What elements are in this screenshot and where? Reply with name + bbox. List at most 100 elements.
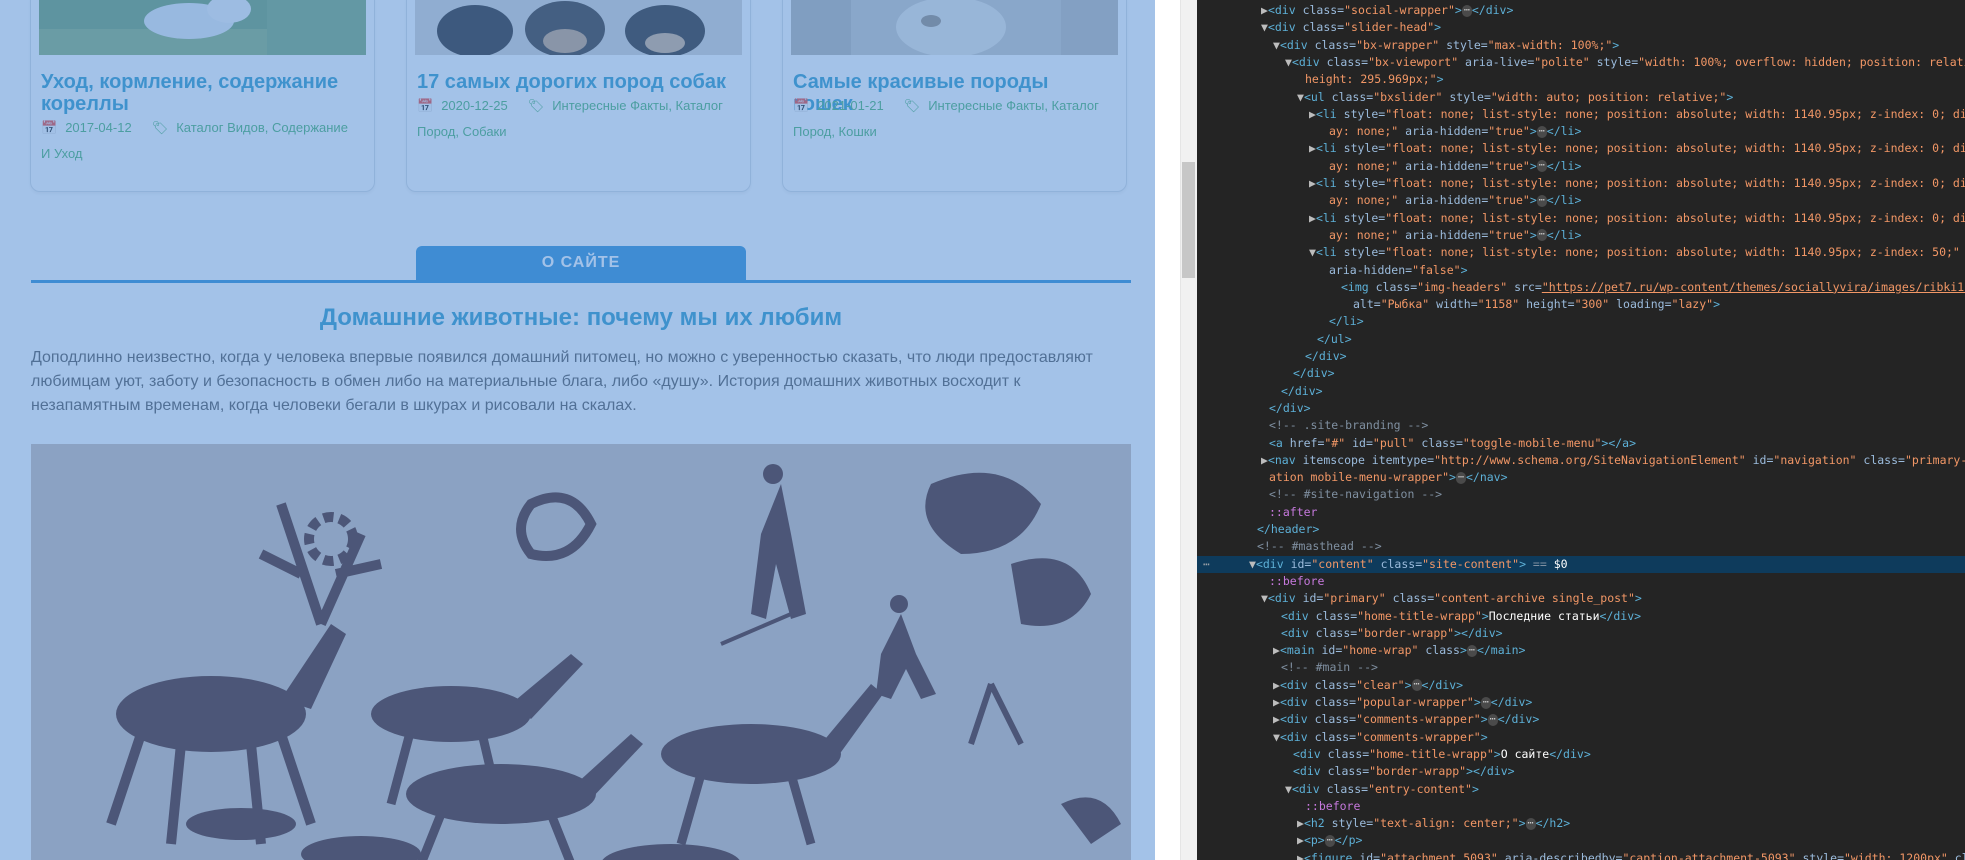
- dom-node-row[interactable]: ay: none;" aria-hidden="true"> ⋯ </li>: [1197, 123, 1965, 140]
- dom-node-row[interactable]: ation mobile-menu-wrapper"> ⋯ </nav>: [1197, 469, 1965, 486]
- expand-children-ellipsis[interactable]: ⋯: [1411, 679, 1422, 692]
- expand-children-ellipsis[interactable]: ⋯: [1461, 4, 1472, 17]
- collapse-triangle-icon[interactable]: ▼: [1285, 55, 1292, 69]
- expand-children-ellipsis[interactable]: ⋯: [1536, 194, 1547, 207]
- dom-node-row[interactable]: </li>: [1197, 313, 1965, 330]
- expand-triangle-icon[interactable]: ▶: [1297, 851, 1304, 860]
- dom-node-row[interactable]: </header>: [1197, 521, 1965, 538]
- dom-node-row[interactable]: ▶<div class="popular-wrapper"> ⋯ </div>: [1197, 694, 1965, 711]
- dom-node-row[interactable]: ▶<li style="float: none; list-style: non…: [1197, 106, 1965, 123]
- card-categories[interactable]: Интересные Факты, Каталог: [928, 98, 1099, 113]
- resource-link[interactable]: "https://pet7.ru/wp-content/themes/socia…: [1542, 280, 1965, 294]
- expand-triangle-icon[interactable]: ▶: [1297, 833, 1304, 847]
- dom-node-row[interactable]: </ul>: [1197, 331, 1965, 348]
- dom-node-row[interactable]: aria-hidden="false">: [1197, 262, 1965, 279]
- dom-node-row[interactable]: ay: none;" aria-hidden="true"> ⋯ </li>: [1197, 158, 1965, 175]
- card-categories[interactable]: Интересные Факты, Каталог: [552, 98, 723, 113]
- dom-node-row[interactable]: ▶<main id="home-wrap" class> ⋯ </main>: [1197, 642, 1965, 659]
- expand-triangle-icon[interactable]: ▶: [1309, 107, 1316, 121]
- expand-children-ellipsis[interactable]: ⋯: [1525, 817, 1536, 830]
- expand-children-ellipsis[interactable]: ⋯: [1480, 696, 1491, 709]
- dom-node-row[interactable]: ▶<h2 style="text-align: center;"> ⋯ </h2>: [1197, 815, 1965, 832]
- dom-node-row[interactable]: ▶<figure id="attachment_5093" aria-descr…: [1197, 850, 1965, 860]
- article-card[interactable]: Уход, кормление, содержание кореллы 📅 201…: [30, 0, 375, 192]
- collapse-triangle-icon[interactable]: ▼: [1273, 730, 1280, 744]
- expand-triangle-icon[interactable]: ▶: [1297, 816, 1304, 830]
- card-categories-cont[interactable]: Пород, Кошки: [793, 119, 1118, 145]
- expand-children-ellipsis[interactable]: ⋯: [1324, 834, 1335, 847]
- expand-children-ellipsis[interactable]: ⋯: [1455, 471, 1466, 484]
- dom-node-row[interactable]: ▼<div class="slider-head">: [1197, 19, 1965, 36]
- dom-node-row[interactable]: height: 295.969px;">: [1197, 71, 1965, 88]
- dom-node-row[interactable]: ▶<div class="clear"> ⋯ </div>: [1197, 677, 1965, 694]
- card-thumbnail[interactable]: [415, 0, 742, 55]
- dom-node-row[interactable]: ▼<div class="comments-wrapper">: [1197, 729, 1965, 746]
- dom-node-row[interactable]: ▼<div class="entry-content">: [1197, 781, 1965, 798]
- dom-node-row[interactable]: ▶<li style="float: none; list-style: non…: [1197, 140, 1965, 157]
- card-title[interactable]: Уход, кормление, содержание кореллы: [41, 71, 361, 115]
- article-card[interactable]: 17 самых дорогих пород собак 📅 2020-12-25…: [406, 0, 751, 192]
- expand-triangle-icon[interactable]: ▶: [1273, 678, 1280, 692]
- expand-triangle-icon[interactable]: ▶: [1261, 3, 1268, 17]
- dom-node-row[interactable]: ::before: [1197, 573, 1965, 590]
- card-thumbnail[interactable]: [39, 0, 366, 55]
- dom-node-row[interactable]: <!-- #site-navigation -->: [1197, 486, 1965, 503]
- dom-node-row[interactable]: ::after: [1197, 504, 1965, 521]
- expand-triangle-icon[interactable]: ▶: [1309, 141, 1316, 155]
- expand-children-ellipsis[interactable]: ⋯: [1487, 713, 1498, 726]
- card-categories-cont[interactable]: И Уход: [41, 141, 366, 167]
- dom-node-row[interactable]: ▶<div class="social-wrapper"> ⋯ </div>: [1197, 2, 1965, 19]
- dom-node-row[interactable]: ▼<div class="bx-viewport" aria-live="pol…: [1197, 54, 1965, 71]
- page-scrollbar[interactable]: [1180, 0, 1198, 860]
- dom-node-row[interactable]: </div>: [1197, 365, 1965, 382]
- collapse-triangle-icon[interactable]: ▼: [1261, 591, 1268, 605]
- dom-node-row[interactable]: ▶<li style="float: none; list-style: non…: [1197, 175, 1965, 192]
- dom-node-row[interactable]: <div class="home-title-wrapp">Последние …: [1197, 608, 1965, 625]
- dom-node-row[interactable]: ▼<div id="primary" class="content-archiv…: [1197, 590, 1965, 607]
- dom-node-row[interactable]: </div>: [1197, 400, 1965, 417]
- dom-node-row[interactable]: <div class="border-wrapp"></div>: [1197, 763, 1965, 780]
- dom-node-row[interactable]: <img class="img-headers" src="https://pe…: [1197, 279, 1965, 296]
- dom-node-row[interactable]: </div>: [1197, 348, 1965, 365]
- dom-node-row[interactable]: </div>: [1197, 383, 1965, 400]
- dom-node-row-selected[interactable]: ⋯ ▼<div id="content" class="site-content"…: [1197, 555, 1965, 573]
- dom-node-row[interactable]: ▼<ul class="bxslider" style="width: auto…: [1197, 89, 1965, 106]
- dom-node-row[interactable]: ▶<li style="float: none; list-style: non…: [1197, 210, 1965, 227]
- article-card[interactable]: Самые красивые породы кошек 📅 2021-01-21 🏷…: [782, 0, 1127, 192]
- expand-children-ellipsis[interactable]: ⋯: [1536, 160, 1547, 173]
- scrollbar-thumb[interactable]: [1182, 162, 1195, 278]
- collapse-triangle-icon[interactable]: ▼: [1273, 38, 1280, 52]
- collapse-triangle-icon[interactable]: ▼: [1297, 90, 1304, 104]
- expand-triangle-icon[interactable]: ▶: [1273, 643, 1280, 657]
- collapse-triangle-icon[interactable]: ▼: [1249, 557, 1256, 571]
- collapse-triangle-icon[interactable]: ▼: [1309, 245, 1316, 259]
- dom-node-row[interactable]: ay: none;" aria-hidden="true"> ⋯ </li>: [1197, 192, 1965, 209]
- dom-node-row[interactable]: ▼<div class="bx-wrapper" style="max-widt…: [1197, 37, 1965, 54]
- dom-node-row[interactable]: ▶<p> ⋯ </p>: [1197, 832, 1965, 849]
- expand-triangle-icon[interactable]: ▶: [1273, 695, 1280, 709]
- expand-triangle-icon[interactable]: ▶: [1261, 453, 1268, 467]
- expand-children-ellipsis[interactable]: ⋯: [1536, 229, 1547, 242]
- dom-node-row[interactable]: ::before: [1197, 798, 1965, 815]
- dom-node-row[interactable]: <!-- .site-branding -->: [1197, 417, 1965, 434]
- collapse-triangle-icon[interactable]: ▼: [1285, 782, 1292, 796]
- dom-node-row[interactable]: ay: none;" aria-hidden="true"> ⋯ </li>: [1197, 227, 1965, 244]
- dom-node-row[interactable]: <a href="#" id="pull" class="toggle-mobi…: [1197, 435, 1965, 452]
- expand-triangle-icon[interactable]: ▶: [1309, 211, 1316, 225]
- expand-triangle-icon[interactable]: ▶: [1309, 176, 1316, 190]
- card-categories[interactable]: Каталог Видов, Содержание: [176, 120, 348, 135]
- dom-node-row[interactable]: alt="Рыбка" width="1158" height="300" lo…: [1197, 296, 1965, 313]
- card-categories-cont[interactable]: Пород, Собаки: [417, 119, 742, 145]
- dom-node-row[interactable]: <!-- #masthead -->: [1197, 538, 1965, 555]
- dom-node-row[interactable]: <!-- #main -->: [1197, 659, 1965, 676]
- collapse-triangle-icon[interactable]: ▼: [1261, 20, 1268, 34]
- dom-node-row[interactable]: <div class="border-wrapp"></div>: [1197, 625, 1965, 642]
- dom-node-row[interactable]: <div class="home-title-wrapp">О сайте</d…: [1197, 746, 1965, 763]
- dom-node-row[interactable]: ▼<li style="float: none; list-style: non…: [1197, 244, 1965, 261]
- card-thumbnail[interactable]: [791, 0, 1118, 55]
- card-title[interactable]: 17 самых дорогих пород собак: [417, 71, 737, 93]
- row-actions-icon[interactable]: ⋯: [1203, 556, 1210, 573]
- expand-triangle-icon[interactable]: ▶: [1273, 712, 1280, 726]
- expand-children-ellipsis[interactable]: ⋯: [1466, 644, 1477, 657]
- expand-children-ellipsis[interactable]: ⋯: [1536, 125, 1547, 138]
